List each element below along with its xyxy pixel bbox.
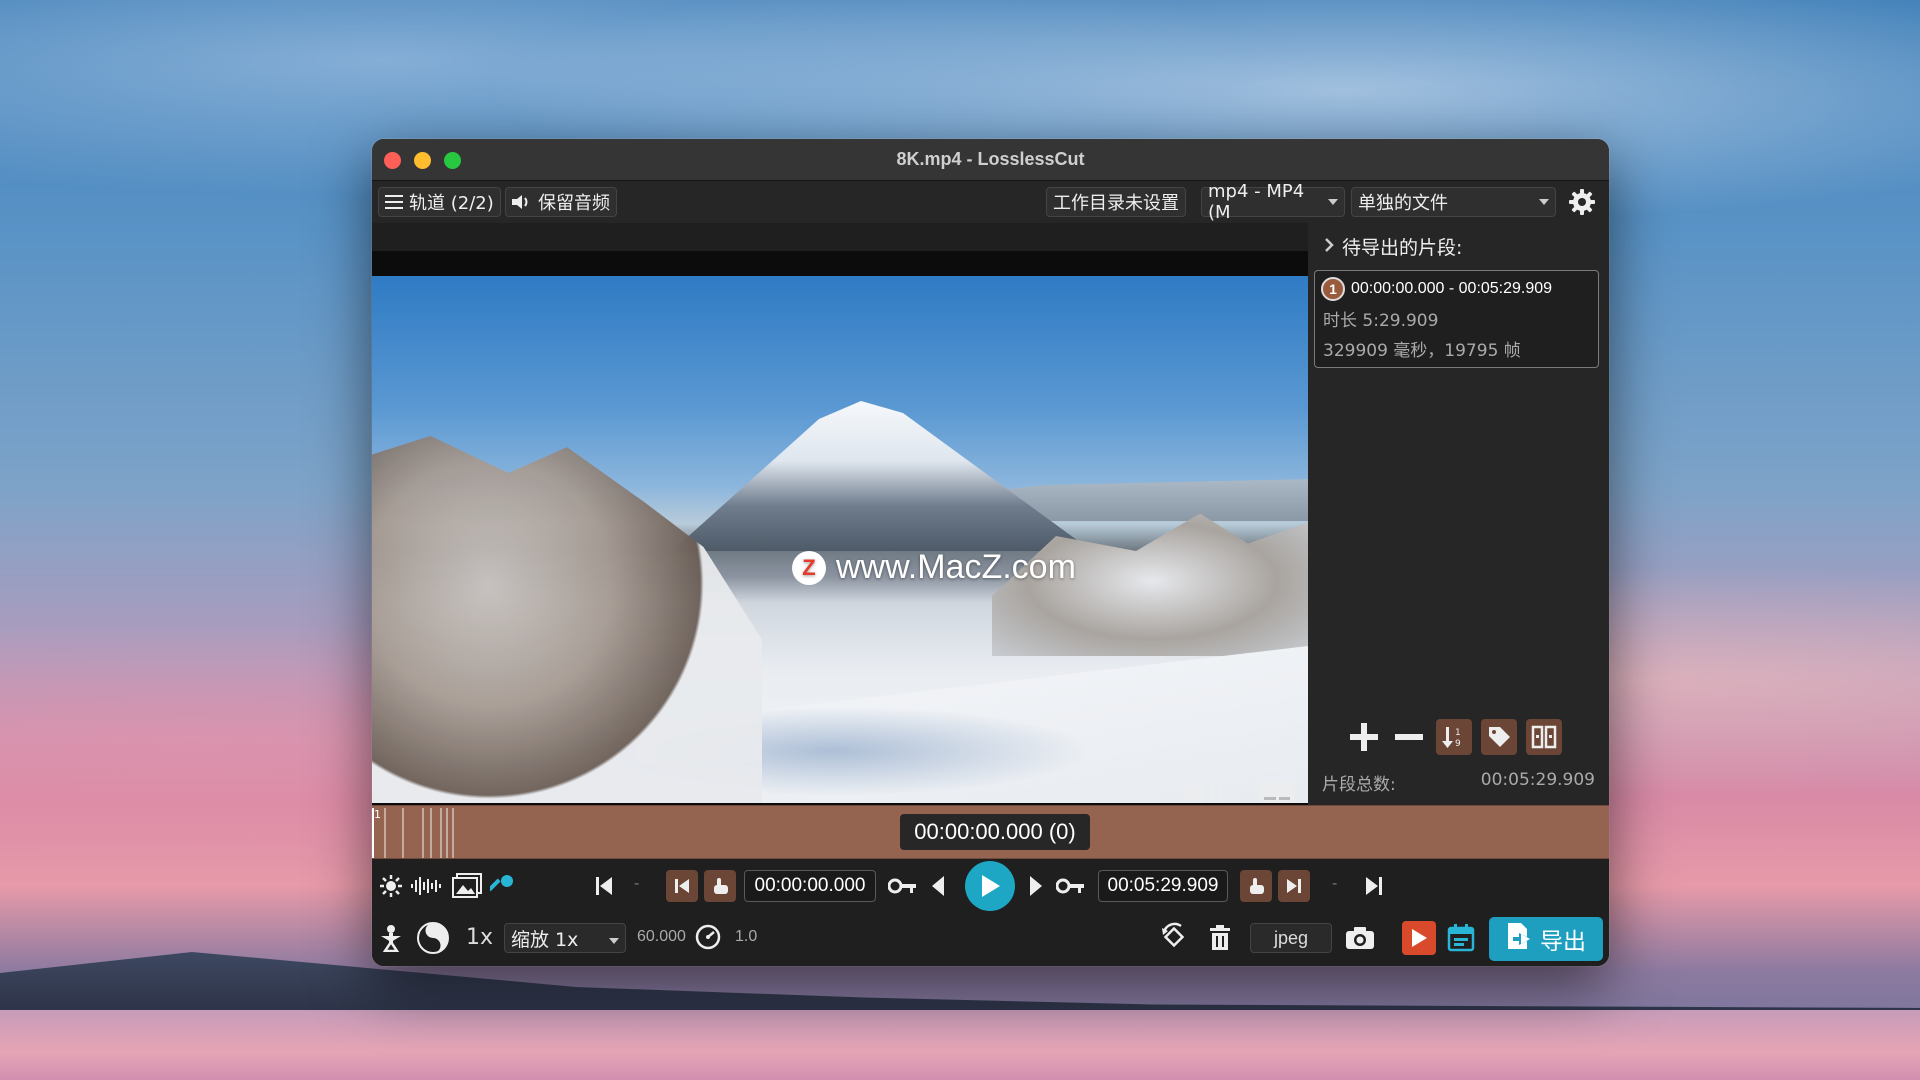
- segments-title: 待导出的片段:: [1342, 237, 1463, 259]
- tracks-label: 轨道 (2/2): [409, 193, 494, 214]
- trash-icon[interactable]: [1206, 923, 1234, 953]
- export-segment-play-icon[interactable]: [1402, 921, 1436, 955]
- previous-keyframe-icon[interactable]: [888, 873, 918, 899]
- menu-icon: [385, 194, 403, 210]
- keyframe-tick: [452, 808, 454, 858]
- settings-gear-icon[interactable]: [1567, 187, 1597, 217]
- watermark: Z www.MacZ.com: [792, 548, 1076, 587]
- keep-audio-button[interactable]: 保留音频: [505, 187, 617, 217]
- chevron-down-icon: [1539, 199, 1549, 205]
- timeline-segment-marker: 1: [374, 808, 381, 821]
- watermark-logo: Z: [792, 550, 826, 585]
- calendar-icon[interactable]: [1444, 921, 1478, 955]
- output-mode-select[interactable]: 单独的文件: [1351, 187, 1556, 217]
- chevron-down-icon: [1328, 199, 1338, 205]
- keyframe-tick: [384, 808, 386, 858]
- zoom-label: 缩放 1x: [511, 928, 579, 951]
- cut-start-time-input[interactable]: 00:00:00.000: [744, 870, 876, 902]
- next-keyframe-icon[interactable]: [1056, 873, 1086, 899]
- segment-duration: 时长 5:29.909: [1323, 311, 1439, 331]
- segment-number: 1: [1321, 277, 1345, 301]
- segment-card[interactable]: 1 00:00:00.000 - 00:05:29.909 时长 5:29.90…: [1314, 270, 1599, 368]
- titlebar: 8K.mp4 - LosslessCut: [372, 139, 1609, 181]
- chevron-down-icon: [609, 927, 619, 949]
- desktop-sea: [0, 1010, 1920, 1080]
- fps-value: 60.000: [637, 928, 686, 945]
- format-select[interactable]: mp4 - MP4 (M: [1201, 181, 1345, 223]
- export-button[interactable]: 导出: [1489, 917, 1603, 961]
- workdir-label: 工作目录未设置: [1053, 193, 1179, 214]
- keyframe-tick: [402, 808, 404, 858]
- sort-segments-icon[interactable]: 19: [1436, 719, 1472, 755]
- watermark-text: www.MacZ.com: [836, 548, 1076, 586]
- jump-to-cut-end-icon[interactable]: [1278, 870, 1310, 902]
- timeline-track[interactable]: 1 00:00:00.000 (0): [372, 805, 1609, 859]
- add-segment-plus-icon[interactable]: [1346, 719, 1382, 755]
- current-time-display: 00:00:00.000 (0): [900, 814, 1090, 850]
- segments-total-label: 片段总数:: [1322, 775, 1396, 795]
- previous-frame-icon[interactable]: [928, 873, 948, 899]
- waveform-icon[interactable]: [410, 873, 444, 899]
- svg-text:9: 9: [1455, 739, 1461, 749]
- keyframe-tick: [430, 808, 432, 858]
- segments-total-value: 00:05:29.909: [1480, 770, 1595, 790]
- speed-label[interactable]: 1x: [466, 925, 493, 950]
- set-cut-start-hand-icon[interactable]: [704, 870, 736, 902]
- chevron-right-icon: [1324, 236, 1334, 258]
- separator-dash: -: [634, 875, 640, 892]
- playhead[interactable]: [372, 808, 374, 858]
- jump-to-cut-start-icon[interactable]: [666, 870, 698, 902]
- tag-icon[interactable]: [1481, 719, 1517, 755]
- keyframes-key-icon[interactable]: [490, 873, 516, 899]
- keyframe-tick: [446, 808, 448, 858]
- app-window: 8K.mp4 - LosslessCut 轨道 (2/2) 保留音频 工作目录未…: [372, 139, 1609, 966]
- output-mode-label: 单独的文件: [1358, 193, 1448, 214]
- remove-segment-minus-icon[interactable]: [1391, 719, 1427, 755]
- speaker-icon: [512, 194, 532, 210]
- zoom-select[interactable]: 缩放 1x: [504, 923, 626, 953]
- separator-dash: -: [1332, 875, 1338, 892]
- keyframe-tick: [422, 808, 424, 858]
- set-cut-end-hand-icon[interactable]: [1240, 870, 1272, 902]
- segment-range: 00:00:00.000 - 00:05:29.909: [1351, 280, 1553, 297]
- segments-sidebar: 待导出的片段: 1 00:00:00.000 - 00:05:29.909 时长…: [1308, 223, 1609, 826]
- frosted-trees-left: [372, 436, 762, 803]
- segment-detail: 329909 毫秒，19795 帧: [1323, 341, 1521, 361]
- jump-to-end-icon[interactable]: [1362, 873, 1386, 899]
- segments-total: 片段总数: 00:05:29.909: [1322, 770, 1595, 795]
- subtitles-icon[interactable]: [1258, 781, 1296, 803]
- person-icon[interactable]: [378, 923, 404, 953]
- svg-text:1: 1: [1455, 728, 1461, 738]
- speedometer-icon[interactable]: [694, 923, 722, 951]
- workdir-button[interactable]: 工作目录未设置: [1046, 187, 1186, 217]
- export-file-icon: [1506, 922, 1532, 956]
- playback-rate-value: 1.0: [735, 928, 758, 945]
- volume-icon[interactable]: [1184, 776, 1232, 803]
- camera-icon[interactable]: [1344, 923, 1376, 953]
- rotate-icon[interactable]: [1158, 921, 1190, 953]
- next-frame-icon[interactable]: [1026, 873, 1046, 899]
- video-frame: Z www.MacZ.com: [372, 276, 1308, 803]
- brightness-icon[interactable]: [378, 873, 404, 899]
- thumbnails-icon[interactable]: [452, 873, 482, 899]
- split-segment-icon[interactable]: [1526, 719, 1562, 755]
- capture-format-select[interactable]: jpeg: [1250, 923, 1332, 953]
- keep-audio-label: 保留音频: [538, 193, 610, 214]
- mountain-image: [672, 401, 1092, 551]
- cut-end-time-input[interactable]: 00:05:29.909: [1098, 870, 1228, 902]
- format-label: mp4 - MP4 (M: [1208, 181, 1305, 223]
- segments-header[interactable]: 待导出的片段:: [1324, 233, 1462, 260]
- tracks-button[interactable]: 轨道 (2/2): [378, 187, 501, 217]
- keyframe-tick: [440, 808, 442, 858]
- video-viewport[interactable]: Z www.MacZ.com: [372, 251, 1308, 826]
- top-toolbar: 轨道 (2/2) 保留音频 工作目录未设置 mp4 - MP4 (M 单独的文件: [372, 181, 1609, 223]
- export-label: 导出: [1540, 929, 1586, 955]
- jump-to-start-icon[interactable]: [592, 873, 616, 899]
- segment-tools: 19: [1346, 719, 1562, 755]
- bottom-controls: 1x 缩放 1x 60.000 1.0 jpeg 导出: [372, 911, 1609, 966]
- window-title: 8K.mp4 - LosslessCut: [896, 149, 1085, 169]
- playback-controls: - 00:00:00.000 00:05:29.909 -: [372, 861, 1609, 911]
- yin-yang-icon[interactable]: [416, 921, 450, 955]
- play-button[interactable]: [965, 861, 1015, 911]
